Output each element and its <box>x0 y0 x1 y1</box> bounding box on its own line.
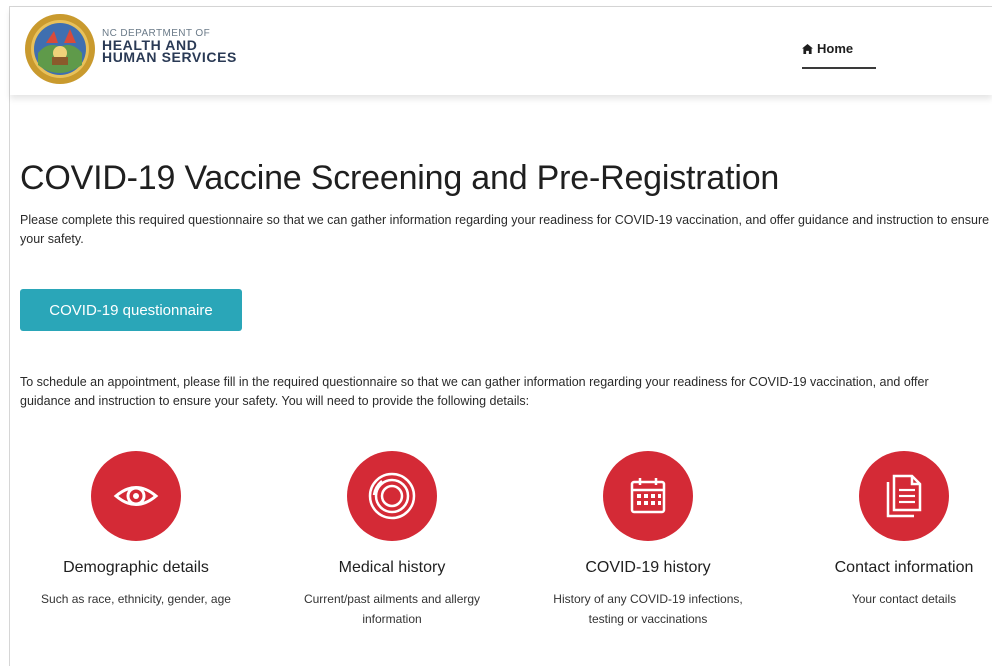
feature-title: Medical history <box>338 559 446 576</box>
feature-title: COVID-19 history <box>585 559 711 576</box>
calendar-icon <box>630 478 666 514</box>
feature-icon-circle <box>347 451 437 541</box>
agency-line3: HUMAN SERVICES <box>102 49 237 65</box>
feature-medical-history: Medical history Current/past ailments an… <box>282 451 502 629</box>
feature-description: History of any COVID-19 infections, test… <box>553 592 743 626</box>
feature-demographic-details: Demographic details Such as race, ethnic… <box>26 451 246 609</box>
feature-description: Current/past ailments and allergy inform… <box>303 592 481 626</box>
page-frame: NC DEPARTMENT OF HEALTH AND HUMAN SERVIC… <box>9 6 992 666</box>
home-icon <box>802 43 813 54</box>
feature-covid-history: COVID-19 history History of any COVID-19… <box>538 451 758 629</box>
feature-title: Contact information <box>834 559 974 576</box>
feature-title: Demographic details <box>63 559 209 576</box>
nav-home-label: Home <box>817 41 854 56</box>
feature-contact-information: Contact information Your contact details <box>794 451 992 609</box>
feature-icon-circle <box>91 451 181 541</box>
nav-home-link[interactable]: Home <box>802 41 853 56</box>
feature-icon-circle <box>603 451 693 541</box>
agency-wordmark: NC DEPARTMENT OF HEALTH AND HUMAN SERVIC… <box>102 29 237 65</box>
document-icon <box>886 474 922 518</box>
schedule-instructions: To schedule an appointment, please fill … <box>20 375 929 408</box>
intro-text: Please complete this required questionna… <box>20 213 990 246</box>
feature-description: Such as race, ethnicity, gender, age <box>41 592 231 606</box>
top-navbar: NC DEPARTMENT OF HEALTH AND HUMAN SERVIC… <box>10 7 992 95</box>
page-title: COVID-19 Vaccine Screening and Pre-Regis… <box>20 159 780 197</box>
feature-icon-circle <box>859 451 949 541</box>
medical-history-icon <box>368 472 416 520</box>
required-details-section: Demographic details Such as race, ethnic… <box>10 451 992 667</box>
nc-dhhs-seal-logo[interactable] <box>24 13 96 85</box>
eye-icon <box>113 486 159 506</box>
covid-questionnaire-button[interactable]: COVID-19 questionnaire <box>20 289 242 331</box>
nav-active-indicator <box>802 67 876 69</box>
feature-description: Your contact details <box>851 592 957 606</box>
